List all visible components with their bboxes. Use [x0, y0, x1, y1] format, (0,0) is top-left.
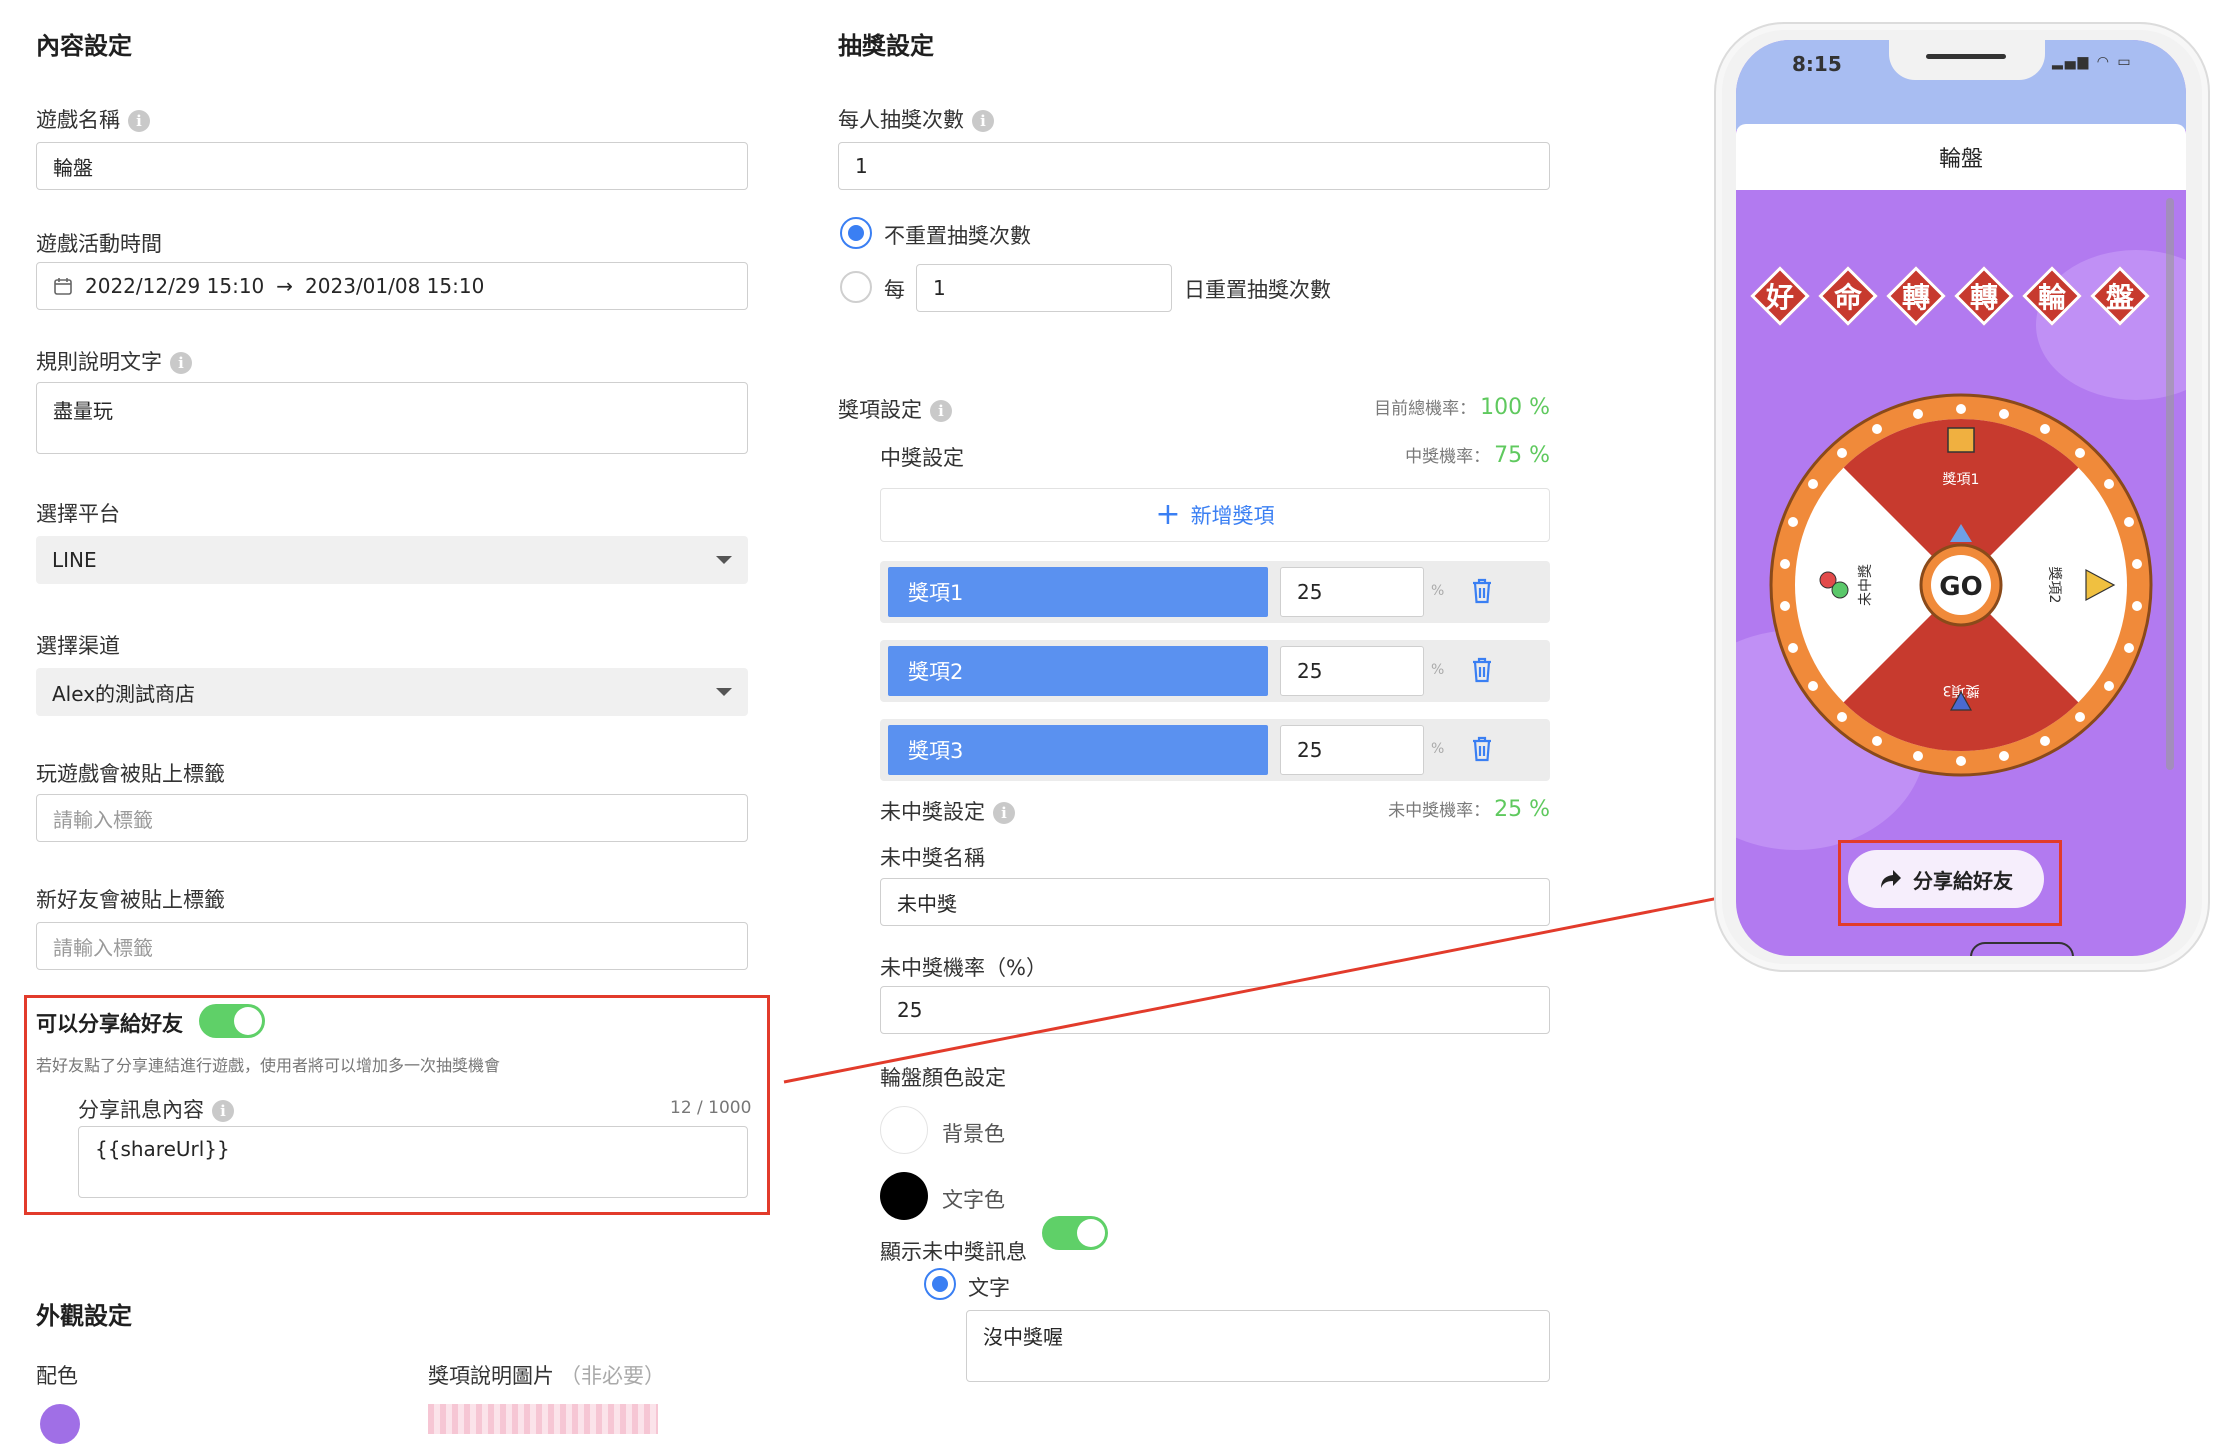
banner-char: 盤 [2105, 281, 2134, 314]
banner-tile: 轉 [1886, 266, 1946, 326]
balloon-icon [1831, 581, 1849, 599]
go-button-label[interactable]: GO [1939, 572, 1982, 602]
wheel-label-1: 獎項1 [1943, 472, 1980, 488]
banner-char: 好 [1765, 281, 1794, 314]
banner-char: 轉 [1969, 281, 1998, 314]
share-button-highlight [1838, 840, 2062, 926]
prize-wheel[interactable]: 獎項1 獎項2 獎項3 未中獎 GO [1768, 392, 2154, 778]
gift-icon [1947, 427, 1975, 453]
banner-tile: 命 [1818, 266, 1878, 326]
banner-char: 轉 [1901, 281, 1930, 314]
banner-tile: 盤 [2090, 266, 2150, 326]
next-button-partial[interactable] [1970, 942, 2074, 956]
phone-scrollbar[interactable] [2166, 198, 2174, 770]
banner-tile: 好 [1750, 266, 1810, 326]
banner-char: 命 [1833, 281, 1862, 314]
title-banner: 好 命 轉 轉 輪 盤 [1750, 266, 2150, 328]
phone-screen: 8:15 ▂▄▆ ◠ ▭ 輪盤 好 命 轉 轉 輪 盤 獎項1 獎項2 獎項3 … [1736, 40, 2186, 956]
wheel-label-2: 獎項2 [2046, 567, 2062, 604]
banner-tile: 輪 [2022, 266, 2082, 326]
banner-tile: 轉 [1954, 266, 2014, 326]
signal-wifi-battery-icon: ▂▄▆ ◠ ▭ [2052, 54, 2133, 70]
wheel-label-4: 未中獎 [1858, 564, 1874, 606]
speaker-icon [1926, 54, 2006, 59]
status-time: 8:15 [1792, 52, 1842, 76]
phone-header: 輪盤 [1736, 124, 2186, 190]
phone-notch [1889, 40, 2045, 80]
phone-header-title: 輪盤 [1938, 147, 1983, 172]
banner-char: 輪 [2037, 281, 2066, 314]
